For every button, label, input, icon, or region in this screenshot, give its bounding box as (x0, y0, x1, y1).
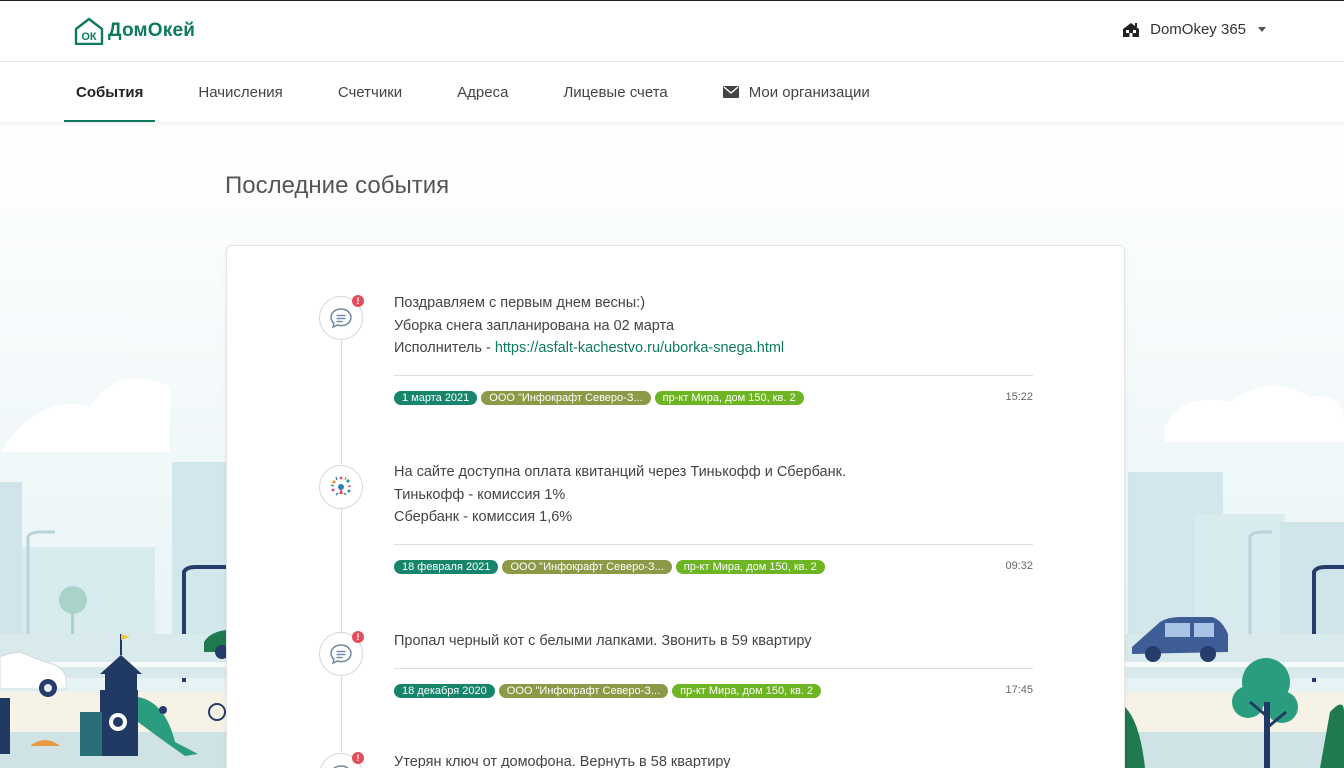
page-title: Последние события (225, 172, 450, 199)
chat-icon: ! (319, 295, 364, 340)
logo[interactable]: ОК ДомОкей (74, 17, 195, 45)
main-nav: События Начисления Счетчики Адреса Лицев… (0, 62, 1344, 122)
tab-events[interactable]: События (64, 62, 156, 122)
event-text-line: Уборка снега запланирована на 02 марта (394, 317, 675, 334)
date-pill: 18 декабря 2020 (394, 683, 495, 698)
date-pill: 1 марта 2021 (394, 390, 478, 405)
event-time: 15:22 (1005, 390, 1033, 403)
tab-label: Начисления (198, 83, 283, 101)
building-icon (1123, 22, 1140, 37)
account-menu[interactable]: DomOkey 365 (1122, 21, 1266, 38)
events-card: ! Поздравляем с первым днем весны:) Убор… (226, 245, 1125, 768)
address-pill: пр-кт Мира, дом 150, кв. 2 (654, 390, 804, 405)
envelope-icon (722, 86, 739, 98)
event-text-line: Сбербанк - комиссия 1,6% (394, 509, 573, 526)
tab-personal-accounts[interactable]: Лицевые счета (551, 62, 679, 122)
tab-label: Счетчики (337, 83, 403, 101)
event-text-line: Исполнитель - https://asfalt-kachestvo.r… (394, 337, 1033, 360)
address-pill: пр-кт Мира, дом 150, кв. 2 (675, 559, 825, 574)
event-text-line: На сайте доступна оплата квитанций через… (394, 464, 846, 480)
tab-label: События (76, 83, 144, 101)
chat-icon: ! (319, 631, 364, 676)
timeline-line (341, 306, 342, 768)
event-text-line: Тинькофф - комиссия 1% (394, 486, 566, 503)
chevron-down-icon (1258, 27, 1266, 32)
event-divider (394, 543, 1033, 545)
event-meta: 18 декабря 2020 ООО "Инфокрафт Северо-З.… (394, 683, 1033, 698)
event-time: 17:45 (1005, 683, 1033, 696)
event-divider (394, 374, 1033, 376)
event-divider (394, 667, 1033, 669)
event-meta: 1 марта 2021 ООО "Инфокрафт Северо-З... … (394, 390, 1033, 405)
executor-link[interactable]: https://asfalt-kachestvo.ru/uborka-snega… (495, 340, 784, 356)
organization-pill: ООО "Инфокрафт Северо-З... (498, 683, 669, 698)
logo-text: ДомОкей (108, 20, 196, 41)
account-name: DomOkey 365 (1150, 21, 1246, 38)
organization-pill: ООО "Инфокрафт Северо-З... (502, 559, 672, 574)
event-meta: 18 февраля 2021 ООО "Инфокрафт Северо-З.… (394, 559, 1033, 574)
tab-addresses[interactable]: Адреса (445, 62, 520, 122)
alert-badge: ! (352, 295, 364, 307)
tab-label: Адреса (457, 83, 509, 101)
chat-icon: ! (319, 752, 364, 768)
event-time: 09:32 (1005, 559, 1033, 572)
tab-label: Лицевые счета (563, 83, 668, 101)
event-text-line: Поздравляем с первым днем весны:) (394, 295, 646, 311)
event-text-line: Утерян ключ от домофона. Вернуть в 58 кв… (394, 754, 731, 768)
event-text-line: Пропал черный кот с белыми лапками. Звон… (394, 633, 812, 649)
organization-pill: ООО "Инфокрафт Северо-З... (481, 390, 651, 405)
confetti-icon (319, 465, 363, 509)
event-link-prefix: Исполнитель - (394, 340, 495, 357)
tab-my-organizations[interactable]: Мои организации (711, 62, 882, 122)
house-logo-icon: ОК (74, 17, 104, 45)
tab-charges[interactable]: Начисления (186, 62, 294, 122)
date-pill: 18 февраля 2021 (394, 559, 499, 574)
top-header: ОК ДомОкей DomOkey 365 (0, 0, 1344, 62)
address-pill: пр-кт Мира, дом 150, кв. 2 (672, 683, 822, 698)
alert-badge: ! (352, 631, 364, 643)
tab-meters[interactable]: Счетчики (326, 62, 414, 122)
tab-label: Мои организации (748, 83, 870, 101)
logo-mark-text: ОК (81, 31, 97, 43)
alert-badge: ! (352, 752, 364, 764)
